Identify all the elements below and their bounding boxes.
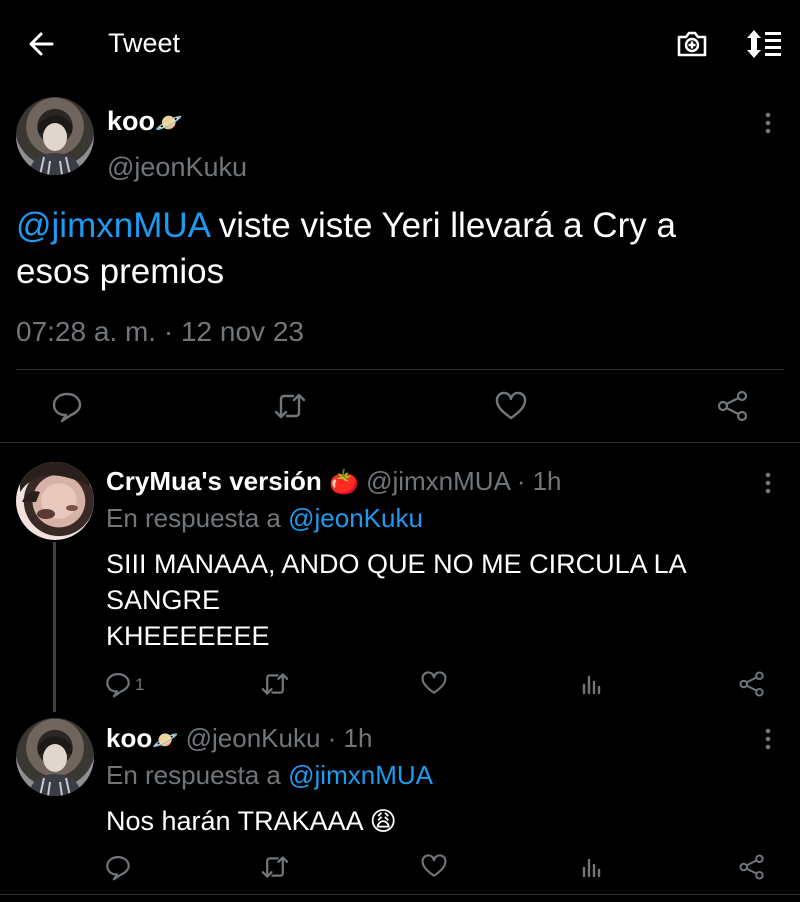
reply-time[interactable]: · 1h — [517, 466, 562, 496]
tomato-emoji: 🍅 — [328, 469, 359, 496]
arrow-left-icon — [29, 32, 54, 56]
tweet-timestamp[interactable]: 07:28 a. m. · 12 nov 23 — [16, 316, 304, 348]
display-name[interactable]: CryMua's versión — [106, 466, 322, 496]
display-name[interactable]: koo🪐 — [106, 723, 178, 753]
reply-button[interactable] — [50, 389, 84, 423]
reply-count: 1 — [135, 675, 145, 694]
more-options-button[interactable] — [756, 726, 780, 752]
reply-text-line: KHEEEEEEE — [106, 621, 270, 651]
retweet-icon — [261, 856, 289, 878]
retweet-button[interactable] — [259, 671, 291, 697]
display-name-text: koo — [107, 106, 156, 136]
share-icon — [739, 671, 764, 697]
reply-text-line: SIII MANAAA, ANDO QUE NO ME CIRCULA LA — [106, 549, 687, 579]
person-silhouette-icon — [28, 736, 82, 796]
page-title: Tweet — [108, 28, 181, 58]
divider — [16, 369, 784, 370]
heart-icon — [421, 671, 447, 694]
user-handle[interactable]: @jeonKuku — [186, 723, 321, 753]
planet-emoji: 🪐 — [155, 110, 183, 135]
display-name[interactable]: koo🪐 — [107, 106, 182, 137]
reply-header: koo🪐 @jeonKuku · 1h — [106, 723, 372, 754]
share-icon — [717, 390, 748, 422]
retweet-icon — [261, 673, 289, 695]
more-vertical-icon — [765, 728, 771, 750]
reply-bubble-icon — [106, 673, 130, 698]
share-button[interactable] — [738, 670, 766, 698]
reply-prefix: En respuesta a — [106, 503, 289, 533]
back-button[interactable] — [22, 26, 62, 62]
like-button[interactable] — [420, 853, 448, 879]
sort-button[interactable] — [744, 26, 784, 62]
reply-text-line: SANGRE — [106, 585, 221, 615]
analytics-button[interactable] — [580, 671, 606, 697]
share-icon — [739, 854, 764, 880]
person-silhouette-icon — [28, 115, 82, 175]
heart-icon — [421, 854, 447, 877]
reply-header: CryMua's versión 🍅 @jimxnMUA · 1h — [106, 466, 562, 497]
heart-icon — [495, 391, 527, 420]
divider — [0, 442, 800, 443]
reply-to-link[interactable]: @jeonKuku — [288, 503, 423, 533]
divider — [0, 894, 800, 895]
analytics-bars-icon — [582, 858, 601, 878]
retweet-icon — [274, 393, 306, 419]
reply-bubble-icon — [52, 392, 82, 423]
reply-time[interactable]: · 1h — [328, 723, 373, 753]
avatar[interactable] — [16, 718, 94, 796]
share-button[interactable] — [738, 853, 766, 881]
retweet-button[interactable] — [259, 854, 291, 880]
analytics-bars-icon — [582, 675, 601, 695]
planet-emoji: 🪐 — [152, 729, 179, 752]
more-vertical-icon — [765, 112, 771, 134]
mention-link[interactable]: @jimxnMUA — [16, 206, 209, 245]
user-handle[interactable]: @jimxnMUA — [366, 466, 509, 496]
thread-line — [53, 542, 56, 712]
like-button[interactable] — [494, 390, 528, 422]
tweet-text-line2: esos premios — [16, 252, 225, 291]
reply-to-link[interactable]: @jimxnMUA — [288, 760, 433, 790]
analytics-button[interactable] — [580, 854, 606, 880]
more-vertical-icon — [765, 472, 771, 494]
reply-button[interactable]: 1 — [104, 670, 154, 698]
reply-bubble-icon — [106, 856, 130, 881]
tweet-text-line1: viste viste Yeri llevará a Cry a — [209, 206, 676, 245]
camera-button[interactable] — [674, 26, 710, 62]
reply-button[interactable] — [104, 853, 132, 881]
reply-context: En respuesta a @jeonKuku — [106, 503, 423, 534]
share-button[interactable] — [716, 390, 750, 422]
reply-prefix: En respuesta a — [106, 760, 289, 790]
display-name-text: koo — [106, 723, 153, 753]
person-face-icon — [20, 462, 90, 519]
more-options-button[interactable] — [756, 470, 780, 496]
reply-text-line: Nos harán TRAKAAA — [106, 806, 370, 836]
avatar[interactable] — [16, 462, 94, 540]
reply-text: Nos harán TRAKAAA 😩 — [106, 803, 397, 839]
tweet-text: @jimxnMUA viste viste Yeri llevará a Cry… — [16, 203, 786, 295]
user-handle[interactable]: @jeonKuku — [107, 152, 247, 183]
avatar[interactable] — [16, 97, 94, 175]
like-button[interactable] — [420, 670, 448, 696]
retweet-button[interactable] — [272, 391, 308, 421]
more-options-button[interactable] — [756, 110, 780, 136]
weary-face-emoji: 😩 — [369, 806, 397, 836]
reply-context: En respuesta a @jimxnMUA — [106, 760, 433, 791]
reply-text: SIII MANAAA, ANDO QUE NO ME CIRCULA LA S… — [106, 546, 687, 654]
camera-add-icon — [677, 31, 707, 57]
sort-lines-icon — [747, 30, 781, 58]
